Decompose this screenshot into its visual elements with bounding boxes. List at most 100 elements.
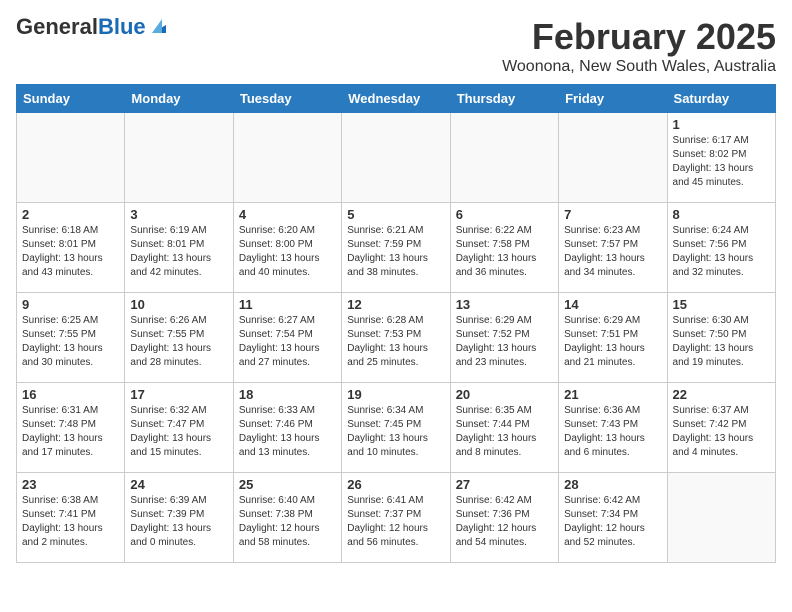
calendar-table: SundayMondayTuesdayWednesdayThursdayFrid… bbox=[16, 84, 776, 563]
calendar-cell: 6 Sunrise: 6:22 AMSunset: 7:58 PMDaylight… bbox=[450, 203, 558, 293]
day-number: 25 bbox=[239, 477, 336, 492]
calendar-cell: 20 Sunrise: 6:35 AMSunset: 7:44 PMDayligh… bbox=[450, 383, 558, 473]
day-number: 14 bbox=[564, 297, 661, 312]
calendar-cell: 7 Sunrise: 6:23 AMSunset: 7:57 PMDaylight… bbox=[559, 203, 667, 293]
calendar-cell: 18 Sunrise: 6:33 AMSunset: 7:46 PMDayligh… bbox=[233, 383, 341, 473]
calendar-cell bbox=[450, 113, 558, 203]
calendar-cell bbox=[667, 473, 775, 563]
day-info: Sunrise: 6:23 AMSunset: 7:57 PMDaylight:… bbox=[564, 224, 661, 280]
weekday-header-wednesday: Wednesday bbox=[342, 85, 450, 113]
day-info: Sunrise: 6:35 AMSunset: 7:44 PMDaylight:… bbox=[456, 404, 553, 460]
calendar-cell: 12Sunrise: 6:28 AMSunset: 7:53 PMDayligh… bbox=[342, 293, 450, 383]
calendar-week-4: 16 Sunrise: 6:31 AMSunset: 7:48 PMDayligh… bbox=[17, 383, 776, 473]
calendar-cell: 17 Sunrise: 6:32 AMSunset: 7:47 PMDayligh… bbox=[125, 383, 233, 473]
day-number: 7 bbox=[564, 207, 661, 222]
calendar-cell: 28 Sunrise: 6:42 AMSunset: 7:34 PMDayligh… bbox=[559, 473, 667, 563]
day-number: 8 bbox=[673, 207, 770, 222]
calendar-cell bbox=[559, 113, 667, 203]
logo: GeneralBlue bbox=[16, 16, 170, 38]
calendar-cell: 8 Sunrise: 6:24 AMSunset: 7:56 PMDaylight… bbox=[667, 203, 775, 293]
calendar-cell: 2 Sunrise: 6:18 AMSunset: 8:01 PMDaylight… bbox=[17, 203, 125, 293]
calendar-week-2: 2 Sunrise: 6:18 AMSunset: 8:01 PMDaylight… bbox=[17, 203, 776, 293]
calendar-cell: 3Sunrise: 6:19 AMSunset: 8:01 PMDaylight… bbox=[125, 203, 233, 293]
day-info: Sunrise: 6:27 AMSunset: 7:54 PMDaylight:… bbox=[239, 314, 336, 370]
day-info: Sunrise: 6:20 AMSunset: 8:00 PMDaylight:… bbox=[239, 224, 336, 280]
day-info: Sunrise: 6:17 AMSunset: 8:02 PMDaylight:… bbox=[673, 134, 770, 190]
calendar-cell: 9 Sunrise: 6:25 AMSunset: 7:55 PMDaylight… bbox=[17, 293, 125, 383]
day-number: 18 bbox=[239, 387, 336, 402]
day-info: Sunrise: 6:18 AMSunset: 8:01 PMDaylight:… bbox=[22, 224, 119, 280]
calendar-cell: 4 Sunrise: 6:20 AMSunset: 8:00 PMDaylight… bbox=[233, 203, 341, 293]
title-section: February 2025 Woonona, New South Wales, … bbox=[502, 16, 776, 76]
calendar-cell: 1 Sunrise: 6:17 AMSunset: 8:02 PMDaylight… bbox=[667, 113, 775, 203]
day-info: Sunrise: 6:41 AMSunset: 7:37 PMDaylight:… bbox=[347, 494, 444, 550]
day-number: 22 bbox=[673, 387, 770, 402]
calendar-cell: 15Sunrise: 6:30 AMSunset: 7:50 PMDayligh… bbox=[667, 293, 775, 383]
day-info: Sunrise: 6:29 AMSunset: 7:51 PMDaylight:… bbox=[564, 314, 661, 370]
calendar-cell: 14 Sunrise: 6:29 AMSunset: 7:51 PMDayligh… bbox=[559, 293, 667, 383]
calendar-cell: 26 Sunrise: 6:41 AMSunset: 7:37 PMDayligh… bbox=[342, 473, 450, 563]
location: Woonona, New South Wales, Australia bbox=[502, 58, 776, 76]
day-number: 10 bbox=[130, 297, 227, 312]
calendar-cell: 23Sunrise: 6:38 AMSunset: 7:41 PMDayligh… bbox=[17, 473, 125, 563]
day-number: 26 bbox=[347, 477, 444, 492]
calendar-cell bbox=[125, 113, 233, 203]
calendar-cell bbox=[17, 113, 125, 203]
day-info: Sunrise: 6:25 AMSunset: 7:55 PMDaylight:… bbox=[22, 314, 119, 370]
day-info: Sunrise: 6:42 AMSunset: 7:34 PMDaylight:… bbox=[564, 494, 661, 550]
calendar-cell: 19Sunrise: 6:34 AMSunset: 7:45 PMDayligh… bbox=[342, 383, 450, 473]
calendar-week-5: 23Sunrise: 6:38 AMSunset: 7:41 PMDayligh… bbox=[17, 473, 776, 563]
calendar-cell: 24 Sunrise: 6:39 AMSunset: 7:39 PMDayligh… bbox=[125, 473, 233, 563]
day-info: Sunrise: 6:30 AMSunset: 7:50 PMDaylight:… bbox=[673, 314, 770, 370]
weekday-header-thursday: Thursday bbox=[450, 85, 558, 113]
calendar-cell bbox=[233, 113, 341, 203]
weekday-header-tuesday: Tuesday bbox=[233, 85, 341, 113]
day-number: 28 bbox=[564, 477, 661, 492]
day-info: Sunrise: 6:33 AMSunset: 7:46 PMDaylight:… bbox=[239, 404, 336, 460]
day-number: 16 bbox=[22, 387, 119, 402]
day-info: Sunrise: 6:31 AMSunset: 7:48 PMDaylight:… bbox=[22, 404, 119, 460]
day-info: Sunrise: 6:19 AMSunset: 8:01 PMDaylight:… bbox=[130, 224, 227, 280]
day-number: 11 bbox=[239, 297, 336, 312]
weekday-header-monday: Monday bbox=[125, 85, 233, 113]
day-number: 13 bbox=[456, 297, 553, 312]
day-info: Sunrise: 6:36 AMSunset: 7:43 PMDaylight:… bbox=[564, 404, 661, 460]
day-number: 6 bbox=[456, 207, 553, 222]
calendar-cell: 16 Sunrise: 6:31 AMSunset: 7:48 PMDayligh… bbox=[17, 383, 125, 473]
calendar-cell: 27 Sunrise: 6:42 AMSunset: 7:36 PMDayligh… bbox=[450, 473, 558, 563]
day-number: 9 bbox=[22, 297, 119, 312]
calendar-cell: 22Sunrise: 6:37 AMSunset: 7:42 PMDayligh… bbox=[667, 383, 775, 473]
day-number: 21 bbox=[564, 387, 661, 402]
page-header: GeneralBlue February 2025 Woonona, New S… bbox=[16, 16, 776, 76]
day-info: Sunrise: 6:42 AMSunset: 7:36 PMDaylight:… bbox=[456, 494, 553, 550]
day-info: Sunrise: 6:39 AMSunset: 7:39 PMDaylight:… bbox=[130, 494, 227, 550]
weekday-header-friday: Friday bbox=[559, 85, 667, 113]
day-number: 1 bbox=[673, 117, 770, 132]
day-info: Sunrise: 6:32 AMSunset: 7:47 PMDaylight:… bbox=[130, 404, 227, 460]
day-info: Sunrise: 6:24 AMSunset: 7:56 PMDaylight:… bbox=[673, 224, 770, 280]
day-number: 4 bbox=[239, 207, 336, 222]
day-info: Sunrise: 6:21 AMSunset: 7:59 PMDaylight:… bbox=[347, 224, 444, 280]
day-number: 24 bbox=[130, 477, 227, 492]
day-info: Sunrise: 6:22 AMSunset: 7:58 PMDaylight:… bbox=[456, 224, 553, 280]
calendar-cell: 11 Sunrise: 6:27 AMSunset: 7:54 PMDayligh… bbox=[233, 293, 341, 383]
day-info: Sunrise: 6:34 AMSunset: 7:45 PMDaylight:… bbox=[347, 404, 444, 460]
calendar-cell bbox=[342, 113, 450, 203]
day-number: 23 bbox=[22, 477, 119, 492]
calendar-cell: 10Sunrise: 6:26 AMSunset: 7:55 PMDayligh… bbox=[125, 293, 233, 383]
day-number: 20 bbox=[456, 387, 553, 402]
day-number: 12 bbox=[347, 297, 444, 312]
weekday-header-sunday: Sunday bbox=[17, 85, 125, 113]
calendar-week-3: 9 Sunrise: 6:25 AMSunset: 7:55 PMDaylight… bbox=[17, 293, 776, 383]
calendar-header-row: SundayMondayTuesdayWednesdayThursdayFrid… bbox=[17, 85, 776, 113]
logo-icon bbox=[148, 15, 170, 37]
calendar-cell: 5Sunrise: 6:21 AMSunset: 7:59 PMDaylight… bbox=[342, 203, 450, 293]
calendar-cell: 21 Sunrise: 6:36 AMSunset: 7:43 PMDayligh… bbox=[559, 383, 667, 473]
day-info: Sunrise: 6:29 AMSunset: 7:52 PMDaylight:… bbox=[456, 314, 553, 370]
day-number: 27 bbox=[456, 477, 553, 492]
month-title: February 2025 bbox=[502, 16, 776, 58]
calendar-cell: 13 Sunrise: 6:29 AMSunset: 7:52 PMDayligh… bbox=[450, 293, 558, 383]
calendar-cell: 25Sunrise: 6:40 AMSunset: 7:38 PMDayligh… bbox=[233, 473, 341, 563]
day-number: 2 bbox=[22, 207, 119, 222]
day-number: 17 bbox=[130, 387, 227, 402]
